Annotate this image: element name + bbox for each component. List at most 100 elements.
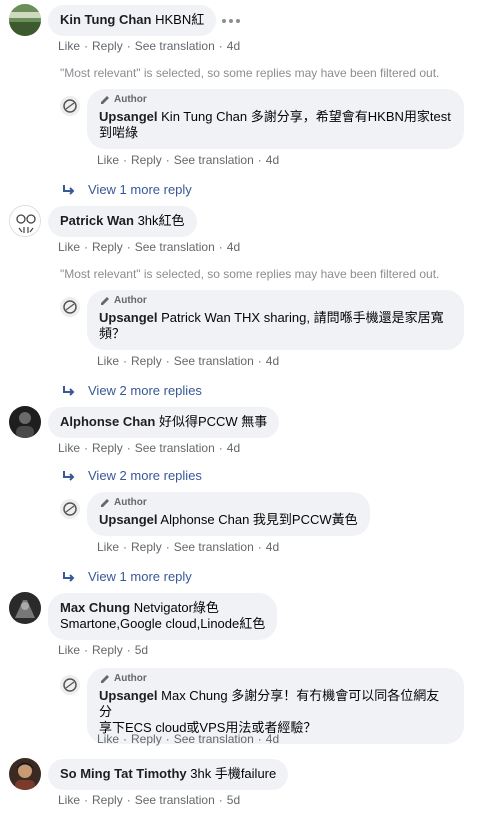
see-translation-link[interactable]: See translation <box>174 540 254 554</box>
comment-bubble: Patrick Wan 3hk紅色 <box>48 206 197 237</box>
reply-bubble: Author Upsangel Kin Tung Chan 多謝分享，希望會有H… <box>87 89 464 149</box>
pencil-icon <box>101 297 109 305</box>
comment-bubble: Alphonse Chan 好似得PCCW 無事 <box>48 407 280 438</box>
pencil-icon <box>101 96 109 104</box>
reply-avatar[interactable] <box>60 499 80 519</box>
filter-notice: "Most relevant" is selected, so some rep… <box>60 267 440 281</box>
author-badge: Author <box>99 94 452 106</box>
comment-bubble: Max Chung Netvigator綠色 Smartone,Google c… <box>48 593 278 640</box>
reply-actions: Like · Reply · See translation · 4d <box>97 732 280 746</box>
reply-actions: Like · Reply · See translation · 4d <box>97 153 280 167</box>
see-translation-link[interactable]: See translation <box>135 240 215 254</box>
comment-text: 3hk紅色 <box>137 213 185 228</box>
comment-actions: Like · Reply · See translation · 4d <box>58 441 241 455</box>
reply-link[interactable]: Reply <box>92 793 123 807</box>
reply-link[interactable]: Reply <box>131 153 162 167</box>
filter-notice: "Most relevant" is selected, so some rep… <box>60 66 440 80</box>
commenter-name[interactable]: Kin Tung Chan <box>60 12 151 27</box>
timestamp[interactable]: 4d <box>227 441 240 455</box>
reply-text-line2: 頻？ <box>99 326 126 341</box>
see-translation-link[interactable]: See translation <box>174 354 254 368</box>
comment-text-line2: Smartone,Google cloud,Linode紅色 <box>60 616 266 631</box>
replier-name[interactable]: Upsangel <box>99 512 158 527</box>
view-more-replies[interactable]: View 2 more replies <box>62 468 202 484</box>
reply-link[interactable]: Reply <box>92 240 123 254</box>
pencil-icon <box>101 499 109 507</box>
reply-bubble: Author Upsangel Alphonse Chan 我見到PCCW黃色 <box>87 492 370 536</box>
avatar[interactable] <box>9 758 41 790</box>
comment-bubble: So Ming Tat Timothy 3hk 手機failure <box>48 759 289 790</box>
timestamp[interactable]: 5d <box>135 643 148 657</box>
avatar[interactable] <box>9 205 41 237</box>
comment-bubble: Kin Tung Chan HKBN紅 <box>48 5 217 36</box>
timestamp[interactable]: 5d <box>227 793 240 807</box>
comment-actions: Like · Reply · See translation · 4d <box>58 39 241 53</box>
timestamp[interactable]: 4d <box>266 540 279 554</box>
timestamp[interactable]: 4d <box>266 153 279 167</box>
commenter-name[interactable]: Max Chung <box>60 600 130 615</box>
comment-text: 好似得PCCW 無事 <box>158 414 268 429</box>
author-badge: Author <box>99 673 452 685</box>
like-link[interactable]: Like <box>58 39 80 53</box>
reply-avatar[interactable] <box>60 675 80 695</box>
timestamp[interactable]: 4d <box>227 240 240 254</box>
avatar[interactable] <box>9 4 41 36</box>
reply-arrow-icon <box>63 185 75 195</box>
see-translation-link[interactable]: See translation <box>135 39 215 53</box>
like-link[interactable]: Like <box>97 540 119 554</box>
comment-text: Netvigator綠色 <box>133 600 219 615</box>
like-link[interactable]: Like <box>97 354 119 368</box>
author-badge: Author <box>99 295 452 307</box>
reply-text-line2: 到啱綠 <box>99 125 139 140</box>
reply-actions: Like · Reply · See translation · 4d <box>97 354 280 368</box>
view-more-replies[interactable]: View 1 more reply <box>62 182 192 198</box>
reply-text: Kin Tung Chan 多謝分享，希望會有HKBN用家test <box>161 109 451 124</box>
see-translation-link[interactable]: See translation <box>174 732 254 746</box>
reply-link[interactable]: Reply <box>92 643 123 657</box>
reply-avatar[interactable] <box>60 96 80 116</box>
commenter-name[interactable]: Alphonse Chan <box>60 414 155 429</box>
reply-bubble: Author Upsangel Patrick Wan THX sharing,… <box>87 290 464 350</box>
reply-text: Patrick Wan THX sharing, 請問喺手機還是家居寬 <box>161 310 444 325</box>
author-badge: Author <box>99 497 358 509</box>
timestamp[interactable]: 4d <box>266 732 279 746</box>
comment-text: 3hk 手機failure <box>190 766 277 781</box>
like-link[interactable]: Like <box>58 643 80 657</box>
commenter-name[interactable]: So Ming Tat Timothy <box>60 766 187 781</box>
avatar[interactable] <box>9 406 41 438</box>
comment-actions: Like · Reply · See translation · 4d <box>58 240 241 254</box>
timestamp[interactable]: 4d <box>227 39 240 53</box>
like-link[interactable]: Like <box>58 441 80 455</box>
more-options-icon[interactable] <box>222 19 240 23</box>
replier-name[interactable]: Upsangel <box>99 688 158 703</box>
reply-link[interactable]: Reply <box>131 540 162 554</box>
reply-actions: Like · Reply · See translation · 4d <box>97 540 280 554</box>
replier-name[interactable]: Upsangel <box>99 310 158 325</box>
replier-name[interactable]: Upsangel <box>99 109 158 124</box>
reply-link[interactable]: Reply <box>131 354 162 368</box>
reply-avatar[interactable] <box>60 297 80 317</box>
see-translation-link[interactable]: See translation <box>174 153 254 167</box>
reply-link[interactable]: Reply <box>131 732 162 746</box>
reply-link[interactable]: Reply <box>92 39 123 53</box>
reply-arrow-icon <box>63 572 75 582</box>
comment-text: HKBN紅 <box>155 12 205 27</box>
view-more-replies[interactable]: View 1 more reply <box>62 569 192 585</box>
avatar[interactable] <box>9 592 41 624</box>
like-link[interactable]: Like <box>97 732 119 746</box>
see-translation-link[interactable]: See translation <box>135 441 215 455</box>
reply-text: Alphonse Chan 我見到PCCW黃色 <box>160 512 358 527</box>
reply-arrow-icon <box>63 386 75 396</box>
timestamp[interactable]: 4d <box>266 354 279 368</box>
like-link[interactable]: Like <box>97 153 119 167</box>
reply-arrow-icon <box>63 471 75 481</box>
reply-link[interactable]: Reply <box>92 441 123 455</box>
commenter-name[interactable]: Patrick Wan <box>60 213 134 228</box>
like-link[interactable]: Like <box>58 793 80 807</box>
comment-actions: Like · Reply · See translation · 5d <box>58 793 241 807</box>
view-more-replies[interactable]: View 2 more replies <box>62 383 202 399</box>
see-translation-link[interactable]: See translation <box>135 793 215 807</box>
like-link[interactable]: Like <box>58 240 80 254</box>
pencil-icon <box>101 675 109 683</box>
comment-actions: Like · Reply · 5d <box>58 643 149 657</box>
